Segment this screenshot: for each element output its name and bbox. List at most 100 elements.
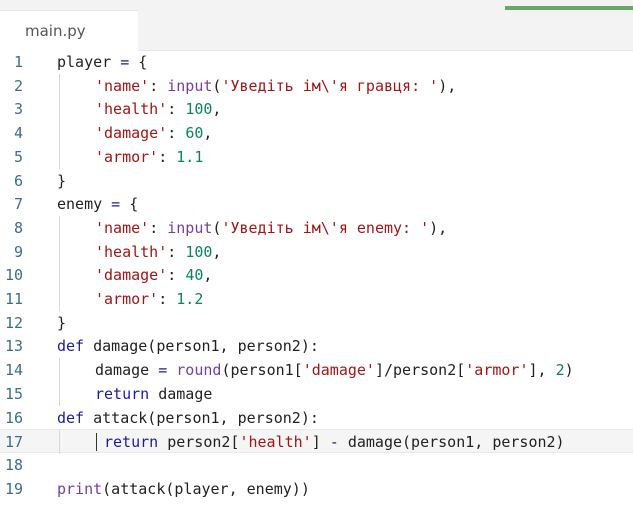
code-line[interactable]: 3 'health': 100, <box>0 97 633 122</box>
code-line[interactable]: 5 'armor': 1.1 <box>0 144 633 169</box>
code-token: (attack(player, enemy)) <box>102 479 310 498</box>
code-text: 'armor': 1.1 <box>95 145 203 169</box>
code-token: 'health' <box>95 242 168 261</box>
code-token: , <box>203 266 213 285</box>
indent-guide <box>59 121 60 146</box>
code-text: 'name': input('Уведіть ім\'я enemy: '), <box>95 216 447 240</box>
code-text: 'name': input('Уведіть ім\'я гравця: '), <box>95 74 456 98</box>
code-token: , <box>212 242 222 261</box>
code-token: } <box>57 171 67 190</box>
code-token: 'damage' <box>95 266 168 285</box>
tab-bar: main.py <box>0 0 633 51</box>
code-token: 'armor' <box>95 147 159 166</box>
code-token: 'damage' <box>95 124 168 143</box>
code-token: player <box>57 53 112 71</box>
code-token: = <box>102 195 130 214</box>
line-number: 11 <box>4 290 23 308</box>
line-number: 14 <box>4 361 23 380</box>
text-caret <box>96 433 97 452</box>
code-token: ]/person2[ <box>374 361 466 380</box>
code-token: 60 <box>185 124 204 143</box>
code-token: 'armor' <box>95 290 159 308</box>
code-token: round <box>176 361 222 380</box>
code-token: 'Уведіть ім\'я гравця: ' <box>221 76 439 95</box>
line-number: 15 <box>4 384 23 403</box>
code-text: def damage(person1, person2): <box>57 334 319 358</box>
code-token: ] <box>311 433 330 452</box>
line-number: 10 <box>4 266 23 285</box>
code-line[interactable]: 14 damage = round(person1['damage']/perso… <box>0 358 633 383</box>
code-token: { <box>129 195 139 214</box>
code-token: ) <box>564 361 574 380</box>
code-token: { <box>138 53 148 71</box>
code-token: return <box>104 433 159 452</box>
code-token: 'health' <box>95 100 168 119</box>
code-line[interactable]: 9 'health': 100, <box>0 239 633 264</box>
code-token: enemy <box>57 195 103 214</box>
code-token: damage(person1, person2) <box>338 433 565 452</box>
code-editor[interactable]: 1 player = {2'name': input('Уведіть ім\'я… <box>0 50 633 530</box>
code-token: ), <box>429 218 448 237</box>
code-line[interactable]: 10 'damage': 40, <box>0 263 633 288</box>
code-line[interactable]: 6} <box>0 169 633 193</box>
code-token: 'armor' <box>465 361 529 380</box>
code-token: , <box>203 124 213 143</box>
code-token: damage <box>95 361 150 380</box>
code-line[interactable]: 19 print(attack(player, enemy)) <box>0 477 633 501</box>
line-number: 13 <box>4 337 23 356</box>
code-line[interactable]: 11 'armor': 1.2 <box>0 287 633 311</box>
code-token: input <box>167 218 213 237</box>
line-number: 4 <box>13 124 23 143</box>
code-line[interactable]: 13 def damage(person1, person2): <box>0 334 633 358</box>
code-text: } <box>57 169 66 193</box>
code-token: - <box>329 433 339 452</box>
code-token: = <box>149 361 177 380</box>
tab-accent-indicator <box>505 6 633 10</box>
line-number: 17 <box>4 433 23 452</box>
code-token: : <box>158 147 177 166</box>
indent-guide <box>59 239 60 264</box>
indent-guide <box>59 144 60 169</box>
code-text: def attack(person1, person2): <box>57 406 319 430</box>
code-token: print <box>57 479 103 498</box>
code-token: ), <box>438 76 457 95</box>
indent-guide <box>59 287 60 311</box>
code-text: damage = round(person1['damage']/person2… <box>95 358 574 382</box>
tab-main-py[interactable]: main.py <box>0 10 138 51</box>
code-token: 1.1 <box>176 147 204 166</box>
code-token: person2[ <box>158 433 240 452</box>
line-number: 6 <box>13 171 23 190</box>
line-number: 16 <box>4 408 23 427</box>
line-number: 19 <box>4 479 23 498</box>
code-text: 'damage': 40, <box>95 263 212 287</box>
code-token: ], <box>528 361 556 380</box>
code-token: : <box>149 76 168 95</box>
code-text: } <box>57 311 66 335</box>
code-token: 1.2 <box>176 290 204 308</box>
code-line[interactable]: 12} <box>0 311 633 335</box>
code-text: return person2['health'] - damage(person… <box>104 430 565 454</box>
code-token: attack(person1, person2): <box>84 408 319 427</box>
indent-guide <box>59 97 60 122</box>
line-number: 5 <box>13 147 23 166</box>
code-line[interactable]: 1 player = { <box>0 50 633 74</box>
code-text: return damage <box>95 382 212 406</box>
code-line[interactable]: 7 enemy = { <box>0 192 633 216</box>
code-text: player = { <box>57 50 147 74</box>
line-number: 1 <box>13 53 23 71</box>
code-line[interactable]: 16 def attack(person1, person2): <box>0 406 633 430</box>
indent-guide <box>59 381 60 406</box>
code-line[interactable]: 17 return person2['health'] - damage(pers… <box>0 429 633 455</box>
code-line[interactable]: 4 'damage': 60, <box>0 121 633 146</box>
code-text: 'health': 100, <box>95 240 221 264</box>
code-line[interactable]: 2 'name': input('Уведіть ім\'я гравця: ')… <box>0 73 633 98</box>
line-number: 8 <box>13 218 23 237</box>
code-line[interactable]: 15 return damage <box>0 381 633 406</box>
code-token: 'damage' <box>302 361 375 380</box>
code-token: 2 <box>555 361 565 380</box>
code-line[interactable]: 8 'name': input('Уведіть ім\'я enemy: '), <box>0 215 633 240</box>
code-line[interactable]: 18 <box>0 453 633 477</box>
code-text: 'damage': 60, <box>95 121 212 145</box>
line-number: 3 <box>13 100 23 119</box>
indent-guide <box>59 358 60 383</box>
